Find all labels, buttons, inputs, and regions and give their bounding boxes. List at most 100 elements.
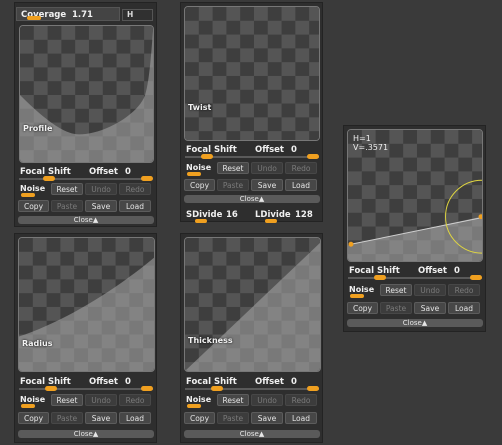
offset-value: 0 [125,167,131,177]
profile-reset-button[interactable]: Reset [51,183,83,195]
twist-curve-label: Twist [188,103,212,112]
thickness-focal-shift[interactable]: Focal Shift [186,377,246,387]
coverage-slider[interactable]: Coverage 1.71 [16,7,120,21]
thickness-close-button[interactable]: Close▲ [184,430,320,438]
graph-paste-button[interactable]: Paste [380,302,412,314]
thickness-curve-editor[interactable]: Thickness [184,237,321,372]
graph-load-button[interactable]: Load [448,302,480,314]
profile-redo-button[interactable]: Redo [119,183,151,195]
offset-label: Offset [418,266,447,276]
graph-close-button[interactable]: Close▲ [347,319,483,327]
graph-noise-label: Noise [349,285,375,294]
radius-redo-button[interactable]: Redo [119,394,151,406]
radius-undo-button[interactable]: Undo [85,394,117,406]
profile-load-button[interactable]: Load [119,200,151,212]
twist-paste-button[interactable]: Paste [217,179,249,191]
profile-curve-panel: Coverage 1.71 H Profile Focal Shift Offs… [14,2,157,227]
profile-focal-track[interactable] [19,178,152,180]
twist-curve-panel: Twist Focal Shift Offset 0 Noise Reset U… [180,2,323,223]
graph-noise-knob[interactable] [350,294,364,298]
profile-noise-knob[interactable] [21,193,35,197]
radius-focal-shift[interactable]: Focal Shift [20,377,80,387]
graph-reset-button[interactable]: Reset [380,284,412,296]
thickness-curve-label: Thickness [188,336,233,345]
radius-save-button[interactable]: Save [85,412,117,424]
thickness-offset-knob[interactable] [307,386,319,391]
twist-offset[interactable]: Offset 0 [255,145,315,155]
twist-copy-button[interactable]: Copy [184,179,215,191]
radius-focal-track[interactable] [19,388,153,390]
graph-curve-panel: H=1 V=.3571 Focal Shift Offset 0 Noise R… [343,125,486,332]
twist-focal-shift[interactable]: Focal Shift [186,145,246,155]
profile-save-button[interactable]: Save [85,200,117,212]
graph-curve-editor[interactable]: H=1 V=.3571 [347,129,483,262]
twist-focal-knob[interactable] [201,154,213,159]
sdivide-knob[interactable] [195,219,207,223]
twist-reset-button[interactable]: Reset [217,162,249,174]
thickness-redo-button[interactable]: Redo [285,394,317,406]
profile-curve-editor[interactable]: Profile [19,25,154,163]
offset-label: Offset [89,377,118,387]
radius-noise-knob[interactable] [21,404,35,408]
twist-close-button[interactable]: Close▲ [184,195,320,203]
profile-copy-button[interactable]: Copy [18,200,49,212]
radius-offset[interactable]: Offset 0 [89,377,149,387]
profile-undo-button[interactable]: Undo [85,183,117,195]
ldivide-value: 128 [295,210,313,220]
twist-redo-button[interactable]: Redo [285,162,317,174]
thickness-load-button[interactable]: Load [285,412,317,424]
offset-value: 0 [125,377,131,387]
thickness-paste-button[interactable]: Paste [217,412,249,424]
graph-offset-knob[interactable] [470,275,482,280]
graph-offset[interactable]: Offset 0 [418,266,478,276]
graph-focal-track[interactable] [348,277,482,279]
radius-focal-knob[interactable] [45,386,57,391]
profile-offset-knob[interactable] [141,176,153,181]
radius-close-button[interactable]: Close▲ [18,430,154,438]
radius-noise-label: Noise [20,395,46,404]
offset-label: Offset [89,167,118,177]
thickness-curve-panel: Thickness Focal Shift Offset 0 Noise Res… [180,233,323,443]
radius-curve-editor[interactable]: Radius [18,237,155,372]
radius-copy-button[interactable]: Copy [18,412,49,424]
coverage-h-button[interactable]: H [122,9,153,21]
collapse-arrow-icon: ▲ [92,430,99,438]
sdivide-value: 16 [226,210,238,220]
offset-value: 0 [454,266,460,276]
thickness-offset[interactable]: Offset 0 [255,377,315,387]
collapse-arrow-icon: ▲ [92,216,99,224]
profile-focal-knob[interactable] [43,176,55,181]
graph-redo-button[interactable]: Redo [448,284,480,296]
thickness-noise-knob[interactable] [187,404,201,408]
graph-save-button[interactable]: Save [414,302,446,314]
twist-curve-editor[interactable]: Twist [184,6,320,141]
thickness-save-button[interactable]: Save [251,412,283,424]
graph-focal-knob[interactable] [374,275,386,280]
ldivide-knob[interactable] [265,219,277,223]
thickness-focal-knob[interactable] [211,386,223,391]
profile-paste-button[interactable]: Paste [51,200,83,212]
thickness-reset-button[interactable]: Reset [217,394,249,406]
sdivide-slider[interactable]: SDivide 16 [186,210,246,220]
profile-offset[interactable]: Offset 0 [89,167,149,177]
collapse-arrow-icon: ▲ [258,195,265,203]
twist-offset-knob[interactable] [307,154,319,159]
radius-offset-knob[interactable] [141,386,153,391]
thickness-copy-button[interactable]: Copy [184,412,215,424]
twist-load-button[interactable]: Load [285,179,317,191]
twist-noise-knob[interactable] [187,172,201,176]
profile-close-button[interactable]: Close▲ [18,216,154,224]
graph-copy-button[interactable]: Copy [347,302,378,314]
thickness-focal-track[interactable] [185,388,319,390]
radius-paste-button[interactable]: Paste [51,412,83,424]
radius-reset-button[interactable]: Reset [51,394,83,406]
ldivide-slider[interactable]: LDivide 128 [255,210,321,220]
radius-load-button[interactable]: Load [119,412,151,424]
graph-focal-shift[interactable]: Focal Shift [349,266,409,276]
thickness-undo-button[interactable]: Undo [251,394,283,406]
graph-undo-button[interactable]: Undo [414,284,446,296]
coverage-slider-knob[interactable] [27,16,41,20]
twist-undo-button[interactable]: Undo [251,162,283,174]
twist-save-button[interactable]: Save [251,179,283,191]
offset-value: 0 [291,145,297,155]
